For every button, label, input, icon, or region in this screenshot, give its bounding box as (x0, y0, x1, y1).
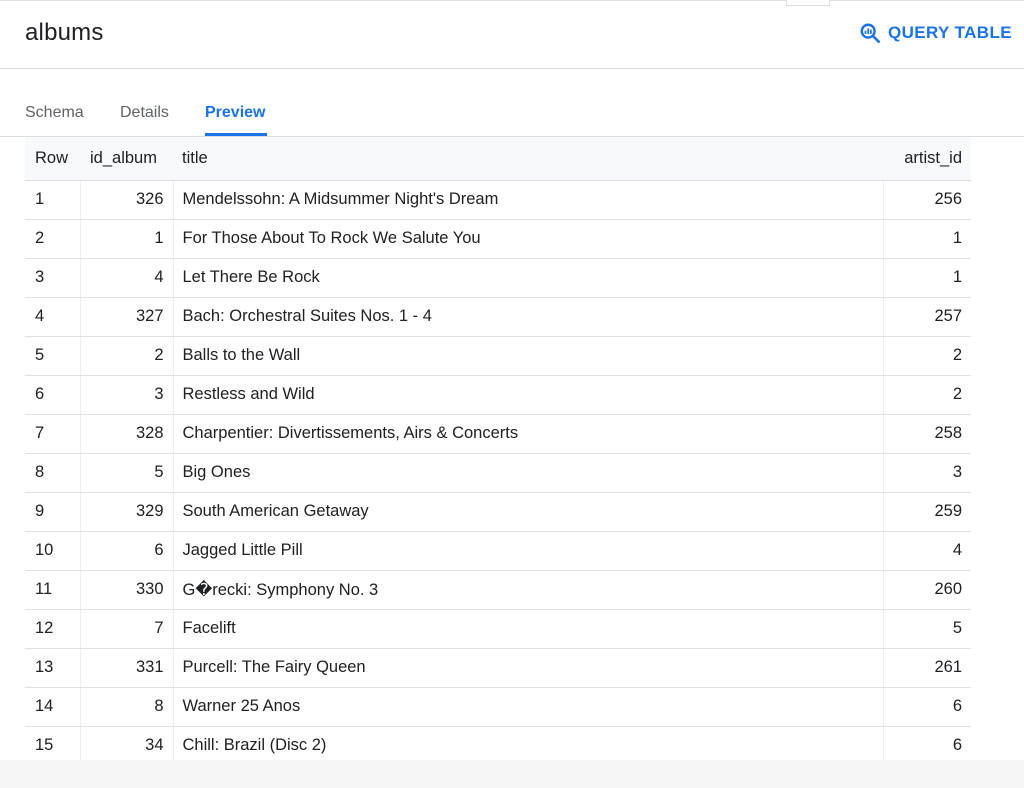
table-row[interactable]: 3 4 Let There Be Rock 1 (25, 258, 971, 298)
table-row[interactable]: 7 328 Charpentier: Divertissements, Airs &… (25, 414, 971, 454)
cell-artist-id: 6 (883, 687, 971, 727)
tab-details[interactable]: Details (120, 104, 169, 122)
cell-row-number: 14 (25, 687, 81, 727)
cell-row-number: 3 (25, 258, 81, 298)
cell-id-album: 326 (80, 180, 174, 220)
cell-row-number: 10 (25, 531, 81, 571)
cell-row-number: 4 (25, 297, 81, 337)
cell-id-album: 8 (80, 687, 174, 727)
column-header-id-album: id_album (80, 137, 173, 181)
cell-row-number: 12 (25, 609, 81, 649)
table-row[interactable]: 2 1 For Those About To Rock We Salute You 1 (25, 219, 971, 259)
cell-title: Let There Be Rock (173, 258, 884, 298)
cell-row-number: 11 (25, 570, 81, 610)
cell-id-album: 7 (80, 609, 174, 649)
cell-row-number: 7 (25, 414, 81, 454)
cell-id-album: 329 (80, 492, 174, 532)
table-row[interactable]: 12 7 Facelift 5 (25, 609, 971, 649)
cell-artist-id: 5 (883, 609, 971, 649)
cell-artist-id: 4 (883, 531, 971, 571)
query-table-button[interactable]: QUERY TABLE (859, 22, 1012, 44)
cell-id-album: 331 (80, 648, 174, 688)
active-tab-indicator (205, 133, 267, 136)
cell-title: Jagged Little Pill (173, 531, 884, 571)
tab-schema[interactable]: Schema (25, 104, 84, 122)
cell-row-number: 6 (25, 375, 81, 415)
tab-bar: Schema Details Preview (0, 69, 1024, 137)
cell-artist-id: 261 (883, 648, 971, 688)
cell-title: Purcell: The Fairy Queen (173, 648, 884, 688)
column-header-row: Row (25, 137, 80, 181)
query-search-icon (859, 22, 881, 44)
table-row[interactable]: 8 5 Big Ones 3 (25, 453, 971, 493)
cell-row-number: 8 (25, 453, 81, 493)
cell-id-album: 328 (80, 414, 174, 454)
footer-bar (0, 760, 1024, 788)
table-row[interactable]: 5 2 Balls to the Wall 2 (25, 336, 971, 376)
cell-row-number: 2 (25, 219, 81, 259)
table-row[interactable]: 11 330 G�recki: Symphony No. 3 260 (25, 570, 971, 610)
cell-id-album: 4 (80, 258, 174, 298)
cell-id-album: 3 (80, 375, 174, 415)
table-row[interactable]: 9 329 South American Getaway 259 (25, 492, 971, 532)
cell-row-number: 5 (25, 336, 81, 376)
cell-id-album: 5 (80, 453, 174, 493)
table-row[interactable]: 13 331 Purcell: The Fairy Queen 261 (25, 648, 971, 688)
panel-header: albums QUERY TABLE (0, 0, 1024, 69)
cell-id-album: 1 (80, 219, 174, 259)
cell-title: Warner 25 Anos (173, 687, 884, 727)
cell-artist-id: 2 (883, 336, 971, 376)
table-row[interactable]: 14 8 Warner 25 Anos 6 (25, 687, 971, 727)
cell-title: For Those About To Rock We Salute You (173, 219, 884, 259)
cell-artist-id: 257 (883, 297, 971, 337)
cell-id-album: 330 (80, 570, 174, 610)
cell-artist-id: 1 (883, 258, 971, 298)
cell-title: Charpentier: Divertissements, Airs & Con… (173, 414, 884, 454)
cell-title: Mendelssohn: A Midsummer Night's Dream (173, 180, 884, 220)
cell-artist-id: 256 (883, 180, 971, 220)
cell-id-album: 6 (80, 531, 174, 571)
cell-row-number: 1 (25, 180, 81, 220)
cell-artist-id: 259 (883, 492, 971, 532)
table-details-panel: albums QUERY TABLE Schema Details Previe… (0, 0, 1024, 788)
cell-row-number: 9 (25, 492, 81, 532)
table-header-row: Row id_album title artist_id (25, 137, 971, 181)
table-row[interactable]: 6 3 Restless and Wild 2 (25, 375, 971, 415)
cell-title: Facelift (173, 609, 884, 649)
column-header-title: title (173, 137, 883, 181)
column-header-artist-id: artist_id (883, 137, 971, 181)
page-title: albums (25, 19, 104, 46)
query-table-label: QUERY TABLE (887, 23, 1012, 42)
cell-id-album: 2 (80, 336, 174, 376)
cell-row-number: 13 (25, 648, 81, 688)
cell-id-album: 327 (80, 297, 174, 337)
table-body: 1 326 Mendelssohn: A Midsummer Night's Dre… (25, 180, 971, 766)
preview-table: Row id_album title artist_id 1 326 Mendels… (25, 137, 971, 766)
cell-title: G�recki: Symphony No. 3 (173, 570, 884, 610)
cell-artist-id: 1 (883, 219, 971, 259)
cell-artist-id: 260 (883, 570, 971, 610)
cell-title: Bach: Orchestral Suites Nos. 1 - 4 (173, 297, 884, 337)
table-row[interactable]: 4 327 Bach: Orchestral Suites Nos. 1 - 4 25… (25, 297, 971, 337)
table-row[interactable]: 1 326 Mendelssohn: A Midsummer Night's Dre… (25, 180, 971, 220)
cell-title: Big Ones (173, 453, 884, 493)
cell-artist-id: 2 (883, 375, 971, 415)
cell-title: South American Getaway (173, 492, 884, 532)
cell-title: Restless and Wild (173, 375, 884, 415)
table-row[interactable]: 10 6 Jagged Little Pill 4 (25, 531, 971, 571)
tab-preview[interactable]: Preview (205, 104, 265, 122)
cell-title: Balls to the Wall (173, 336, 884, 376)
cell-artist-id: 258 (883, 414, 971, 454)
cell-artist-id: 3 (883, 453, 971, 493)
